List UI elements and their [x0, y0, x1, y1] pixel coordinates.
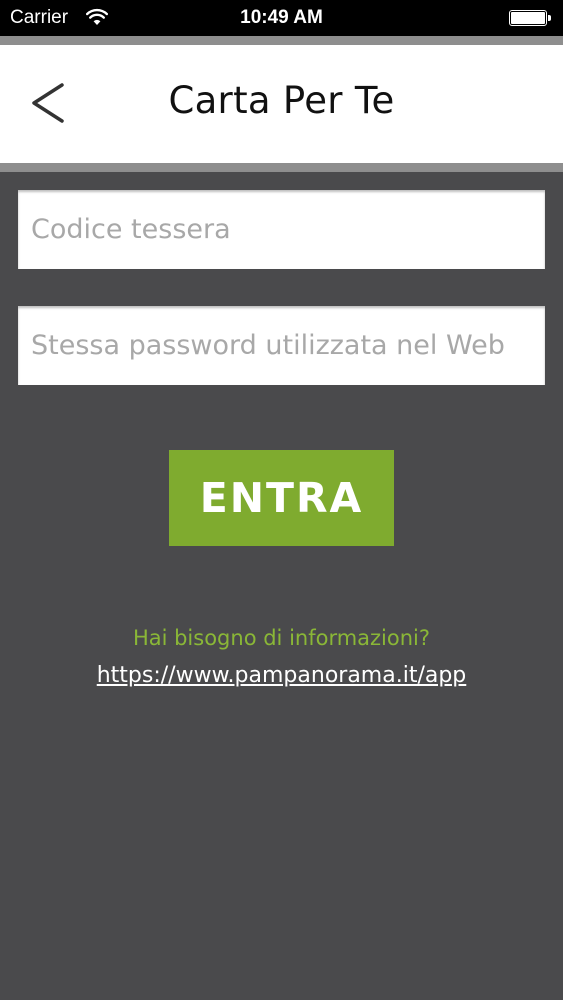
nav-top-divider: [0, 36, 563, 45]
app-screen: Carrier 10:49 AM Carta Per Te ENTRA Hai …: [0, 0, 563, 1000]
status-time: 10:49 AM: [240, 7, 323, 28]
battery-tip: [548, 15, 551, 21]
battery-body: [509, 10, 547, 26]
page-title: Carta Per Te: [168, 79, 395, 122]
password-input[interactable]: [18, 306, 545, 385]
nav-bar: Carta Per Te: [0, 45, 563, 163]
enter-button[interactable]: ENTRA: [169, 450, 394, 546]
info-question: Hai bisogno di informazioni?: [132, 626, 431, 650]
status-bar: Carrier 10:49 AM: [0, 0, 563, 36]
card-code-input[interactable]: [18, 190, 545, 269]
info-link[interactable]: https://www.pampanorama.it/app: [0, 663, 563, 688]
battery-fill: [511, 12, 545, 24]
battery-icon: [509, 10, 553, 28]
nav-bottom-divider: [0, 163, 563, 172]
